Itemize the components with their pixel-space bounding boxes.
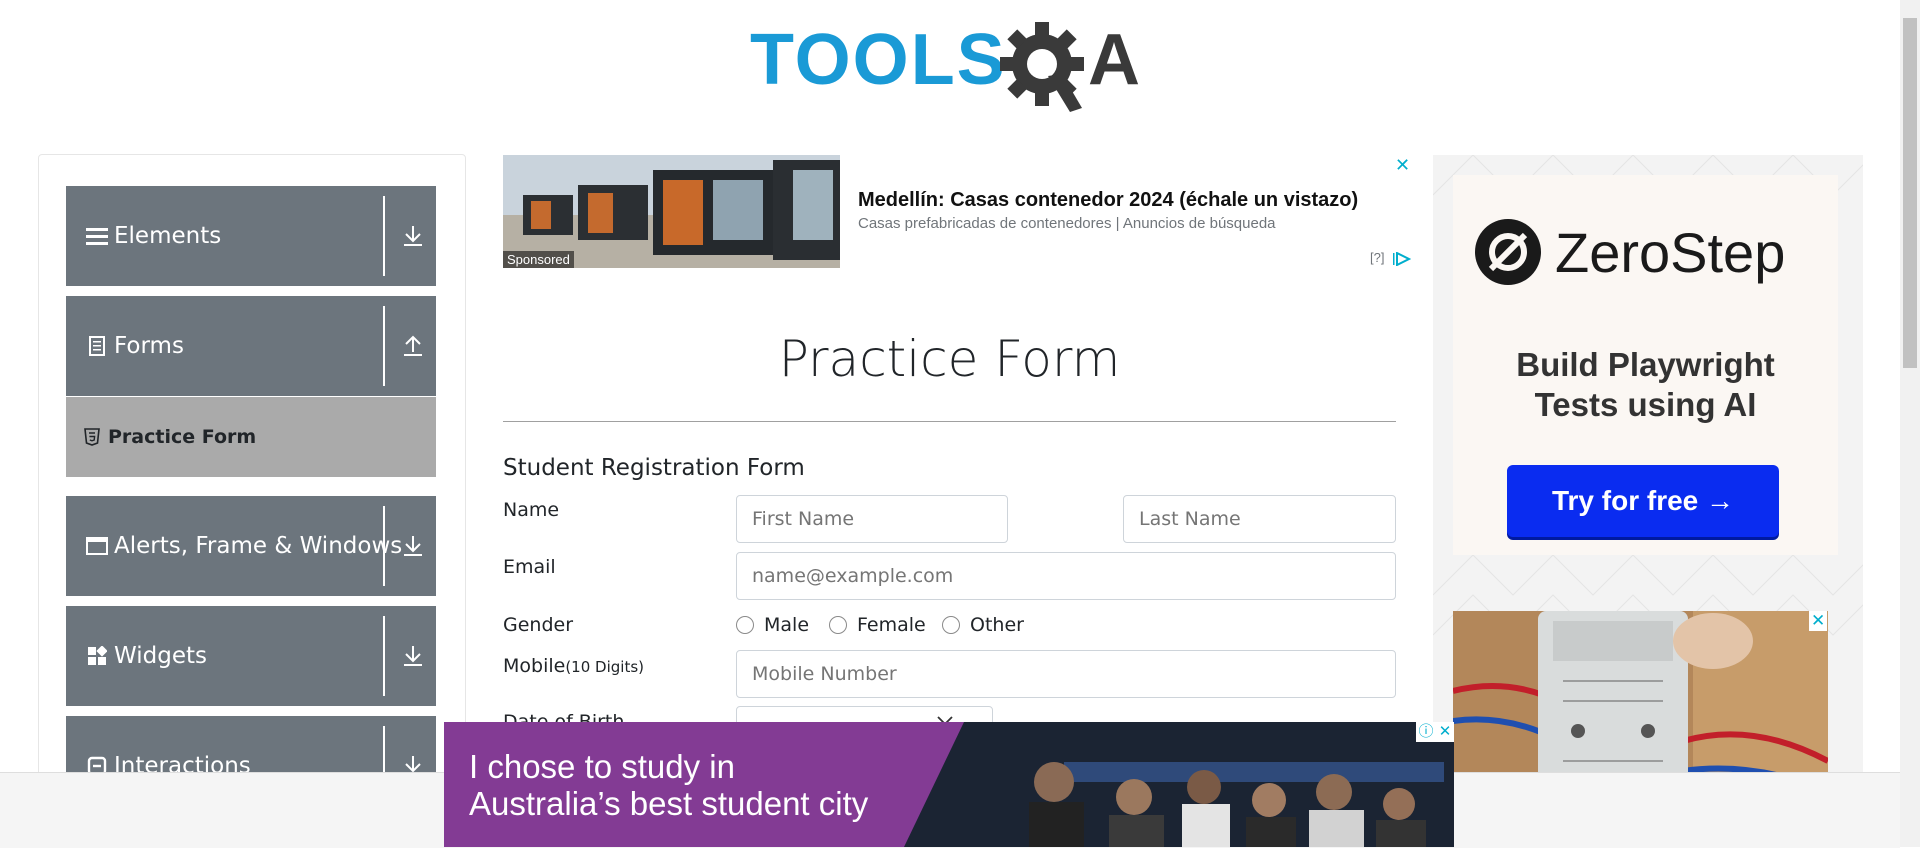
zerostep-name: ZeroStep — [1555, 220, 1786, 284]
ad-banner-bottom[interactable]: I chose to study in Australia’s best stu… — [444, 722, 1454, 847]
logo-text-a: A — [1088, 20, 1142, 100]
mobile-label: Mobile — [503, 655, 566, 677]
radio-label[interactable]: Male — [764, 614, 809, 636]
scrollbar-thumb[interactable] — [1903, 18, 1917, 368]
close-icon[interactable]: ✕ — [1809, 611, 1828, 631]
sidebar-item-practice-form[interactable]: Practice Form — [66, 397, 436, 477]
ad-info-icon[interactable]: ⓘ — [1416, 722, 1436, 742]
tagline-line-2: Tests using AI — [1534, 386, 1757, 423]
sidebar-group-alerts[interactable]: Alerts, Frame & Windows — [66, 496, 436, 596]
sidebar-group-label: Elements — [114, 223, 222, 249]
document-icon — [86, 335, 108, 357]
sidebar-group-forms[interactable]: Forms — [66, 296, 436, 396]
window-icon — [86, 535, 108, 557]
zerostep-card[interactable]: ZeroStep Build Playwright Tests using AI… — [1453, 175, 1838, 555]
ad-title[interactable]: Medellín: Casas contenedor 2024 (échale … — [858, 189, 1358, 212]
sidebar-group-widgets[interactable]: Widgets — [66, 606, 436, 706]
logo-text-tools: TOOLS — [750, 20, 1007, 100]
ad-banner-top[interactable]: Sponsored Medellín: Casas contenedor 202… — [503, 155, 1413, 268]
try-for-free-button[interactable]: Try for free → — [1507, 465, 1779, 537]
last-name-input[interactable] — [1123, 495, 1396, 543]
close-icon[interactable]: ✕ — [1436, 722, 1454, 742]
ad-info-link[interactable]: [?] — [1370, 250, 1384, 265]
zerostep-logo-icon — [1475, 219, 1541, 285]
sidebar-group-elements[interactable]: Elements — [66, 186, 436, 286]
download-icon[interactable] — [402, 644, 424, 668]
first-name-input[interactable] — [736, 495, 1008, 543]
zerostep-brand: ZeroStep — [1475, 219, 1785, 285]
ad-bottom-line-2: Australia’s best student city — [469, 785, 869, 822]
download-icon[interactable] — [402, 224, 424, 248]
radio-label[interactable]: Female — [857, 614, 926, 636]
tagline-line-1: Build Playwright — [1516, 346, 1775, 383]
sidebar-item-label: Practice Form — [108, 426, 257, 448]
mobile-label-wrap: Mobile(10 Digits) — [503, 655, 644, 677]
email-label: Email — [503, 556, 556, 578]
sidebar-group-label: Alerts, Frame & Windows — [114, 533, 403, 559]
widgets-icon — [86, 645, 108, 667]
upload-icon[interactable] — [402, 334, 424, 358]
ad-subtitle[interactable]: Casas prefabricadas de contenedores | An… — [858, 215, 1276, 232]
form-heading: Student Registration Form — [503, 455, 805, 481]
adchoices-icon[interactable] — [1393, 251, 1412, 270]
sidebar-group-label: Widgets — [114, 643, 207, 669]
divider — [383, 506, 385, 586]
mobile-hint: (10 Digits) — [565, 658, 644, 676]
divider — [503, 421, 1396, 422]
ad-image-container-homes[interactable]: Sponsored — [503, 155, 840, 268]
sidebar: Elements Forms Practice Form Alerts, Fra… — [38, 154, 466, 796]
ad-bottom-text[interactable]: I chose to study in Australia’s best stu… — [469, 748, 868, 822]
zerostep-tagline: Build Playwright Tests using AI — [1453, 345, 1838, 425]
ad-bottom-line-1: I chose to study in — [469, 748, 735, 785]
download-icon[interactable] — [402, 534, 424, 558]
radio-circle[interactable] — [942, 616, 960, 634]
divider — [383, 196, 385, 276]
divider — [383, 616, 385, 696]
close-icon[interactable]: ✕ — [1395, 155, 1410, 176]
mobile-input[interactable] — [736, 650, 1396, 698]
toolsqa-logo[interactable]: TOOLS A — [750, 18, 1160, 114]
gear-icon — [1000, 22, 1084, 112]
radio-circle[interactable] — [736, 616, 754, 634]
gender-radio-other[interactable]: Other — [942, 614, 1024, 636]
gender-radio-female[interactable]: Female — [829, 614, 926, 636]
page-title: Practice Form — [778, 330, 1121, 388]
sidebar-group-label: Forms — [114, 333, 184, 359]
gender-radio-male[interactable]: Male — [736, 614, 809, 636]
ad-bottom-panel: I chose to study in Australia’s best stu… — [444, 722, 964, 847]
radio-circle[interactable] — [829, 616, 847, 634]
email-input[interactable] — [736, 552, 1396, 600]
radio-label[interactable]: Other — [970, 614, 1024, 636]
sponsored-badge: Sponsored — [503, 251, 574, 268]
html5-icon — [84, 428, 100, 446]
name-label: Name — [503, 499, 560, 521]
hamburger-icon — [86, 225, 108, 247]
ad-photo-students[interactable] — [904, 722, 1454, 847]
gender-label: Gender — [503, 614, 574, 636]
ad-sidebar-right[interactable]: ZeroStep Build Playwright Tests using AI… — [1433, 155, 1863, 775]
ad-image-circuit-breaker[interactable]: ✕ — [1453, 611, 1828, 775]
divider — [383, 306, 385, 386]
